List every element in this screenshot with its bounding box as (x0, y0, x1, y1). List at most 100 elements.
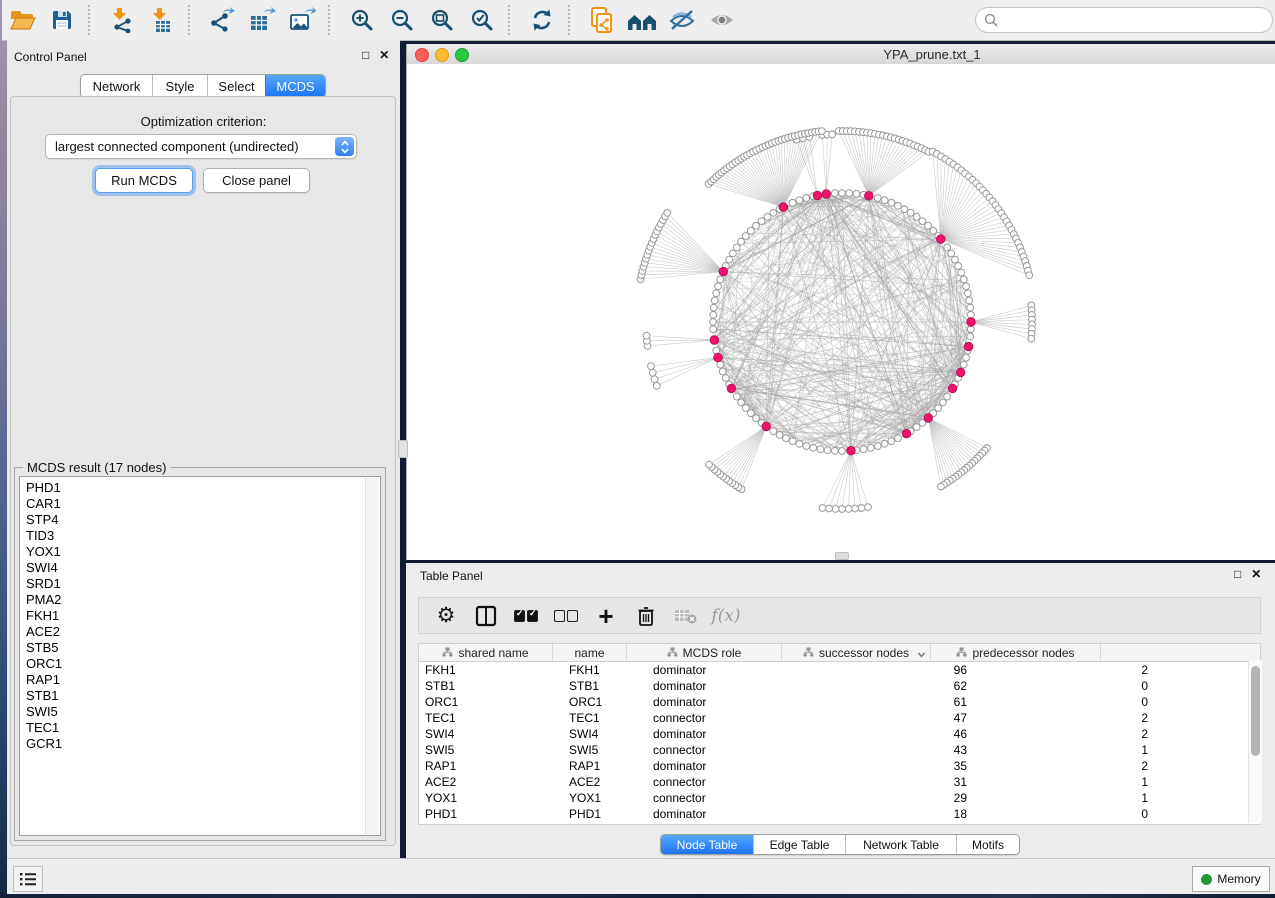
network-window-titlebar[interactable]: YPA_prune.txt_1 (407, 44, 1275, 65)
table-cell[interactable]: SWI4 (419, 726, 563, 742)
table-cell[interactable]: 2 (972, 726, 1153, 742)
toggle-panels-icon[interactable] (473, 603, 499, 629)
minimize-window-light[interactable] (435, 48, 449, 62)
table-cell[interactable]: RAP1 (419, 758, 563, 774)
table-cell[interactable]: 29 (812, 790, 972, 806)
export-network-icon[interactable] (202, 3, 242, 37)
table-cell[interactable]: ORC1 (419, 694, 563, 710)
column-header-name[interactable]: name (553, 644, 627, 661)
table-cell[interactable]: 1 (972, 774, 1153, 790)
zoom-selected-icon[interactable] (462, 3, 502, 37)
memory-button[interactable]: Memory (1192, 866, 1270, 892)
horizontal-splitter-handle[interactable] (835, 552, 849, 560)
table-row[interactable]: SWI4SWI4dominator462 (419, 726, 1153, 742)
tab-network-table[interactable]: Network Table (845, 835, 956, 854)
mcds-result-listbox[interactable]: PHD1CAR1STP4TID3YOX1SWI4SRD1PMA2FKH1ACE2… (19, 476, 381, 836)
hide-selected-eye-icon[interactable] (662, 3, 702, 37)
table-cell[interactable]: 0 (972, 694, 1153, 710)
table-cell[interactable]: 35 (812, 758, 972, 774)
table-row[interactable]: RAP1RAP1dominator352 (419, 758, 1153, 774)
table-cell[interactable]: connector (647, 742, 812, 758)
table-cell[interactable]: 0 (972, 678, 1153, 694)
node-table[interactable]: FKH1FKH1dominator962STB1STB1dominator620… (418, 662, 1261, 825)
table-cell[interactable]: 2 (972, 662, 1153, 678)
table-cell[interactable]: ORC1 (563, 694, 647, 710)
tab-edge-table[interactable]: Edge Table (753, 835, 845, 854)
close-window-light[interactable] (415, 48, 429, 62)
zoom-out-icon[interactable] (382, 3, 422, 37)
tab-motifs[interactable]: Motifs (956, 835, 1019, 854)
table-scrollbar[interactable] (1248, 660, 1262, 823)
zoom-in-icon[interactable] (342, 3, 382, 37)
mcds-result-item[interactable]: PHD1 (26, 480, 380, 496)
mcds-result-item[interactable]: STB1 (26, 688, 380, 704)
vertical-splitter-handle[interactable] (398, 440, 408, 458)
run-mcds-button[interactable]: Run MCDS (95, 168, 193, 193)
table-cell[interactable]: YOX1 (419, 790, 563, 806)
table-cell[interactable]: 31 (812, 774, 972, 790)
mcds-result-item[interactable]: TEC1 (26, 720, 380, 736)
mcds-result-item[interactable]: STB5 (26, 640, 380, 656)
mcds-result-item[interactable]: SWI5 (26, 704, 380, 720)
table-row[interactable]: ORC1ORC1dominator610 (419, 694, 1153, 710)
settings-gear-icon[interactable]: ⚙ (433, 603, 459, 629)
table-cell[interactable]: 61 (812, 694, 972, 710)
table-cell[interactable]: 47 (812, 710, 972, 726)
column-header-predecessor-nodes[interactable]: predecessor nodes (931, 644, 1101, 661)
column-header-MCDS-role[interactable]: MCDS role (627, 644, 782, 661)
function-builder-icon[interactable]: f(x) (713, 603, 739, 629)
table-cell[interactable]: dominator (647, 678, 812, 694)
select-all-icon[interactable] (513, 603, 539, 629)
column-header-shared-name[interactable]: shared name (419, 644, 553, 661)
tab-network[interactable]: Network (81, 75, 152, 97)
table-row[interactable]: PHD1PHD1dominator180 (419, 806, 1153, 822)
table-cell[interactable]: connector (647, 774, 812, 790)
import-network-icon[interactable] (102, 3, 142, 37)
mcds-result-item[interactable]: SRD1 (26, 576, 380, 592)
show-all-eye-icon[interactable] (702, 3, 742, 37)
table-cell[interactable]: ACE2 (563, 774, 647, 790)
table-row[interactable]: STB1STB1dominator620 (419, 678, 1153, 694)
table-cell[interactable]: 43 (812, 742, 972, 758)
table-cell[interactable]: SWI4 (563, 726, 647, 742)
mcds-result-item[interactable]: ACE2 (26, 624, 380, 640)
delete-table-icon[interactable] (673, 603, 699, 629)
table-cell[interactable]: dominator (647, 758, 812, 774)
tab-node-table[interactable]: Node Table (661, 835, 753, 854)
mcds-result-item[interactable]: TID3 (26, 528, 380, 544)
table-cell[interactable]: TEC1 (419, 710, 563, 726)
table-cell[interactable]: YOX1 (563, 790, 647, 806)
table-cell[interactable]: STB1 (563, 678, 647, 694)
table-cell[interactable]: dominator (647, 694, 812, 710)
mcds-result-item[interactable]: YOX1 (26, 544, 380, 560)
save-session-icon[interactable] (42, 3, 82, 37)
table-cell[interactable]: ACE2 (419, 774, 563, 790)
table-cell[interactable]: FKH1 (563, 662, 647, 678)
mcds-result-item[interactable]: STP4 (26, 512, 380, 528)
table-cell[interactable]: 1 (972, 790, 1153, 806)
float-panel-icon[interactable]: □ (362, 49, 369, 61)
table-row[interactable]: FKH1FKH1dominator962 (419, 662, 1153, 678)
mcds-result-scrollbar[interactable] (365, 478, 379, 834)
close-panel-icon[interactable]: ✕ (379, 49, 389, 61)
table-cell[interactable]: dominator (647, 662, 812, 678)
table-row[interactable]: TEC1TEC1connector472 (419, 710, 1153, 726)
table-cell[interactable]: 46 (812, 726, 972, 742)
mcds-result-item[interactable]: ORC1 (26, 656, 380, 672)
tab-select[interactable]: Select (207, 75, 265, 97)
table-cell[interactable]: 1 (972, 742, 1153, 758)
mcds-result-item[interactable]: GCR1 (26, 736, 380, 752)
tab-style[interactable]: Style (152, 75, 207, 97)
table-cell[interactable]: PHD1 (563, 806, 647, 822)
table-cell[interactable]: RAP1 (563, 758, 647, 774)
deselect-all-icon[interactable] (553, 603, 579, 629)
table-row[interactable]: ACE2ACE2connector311 (419, 774, 1153, 790)
add-column-icon[interactable]: + (593, 603, 619, 629)
task-history-button[interactable] (13, 866, 43, 892)
mcds-result-item[interactable]: CAR1 (26, 496, 380, 512)
criterion-dropdown[interactable]: largest connected component (undirected) (45, 134, 357, 159)
table-cell[interactable]: STB1 (419, 678, 563, 694)
search-input[interactable] (975, 7, 1273, 33)
export-image-icon[interactable] (282, 3, 322, 37)
table-cell[interactable]: dominator (647, 806, 812, 822)
